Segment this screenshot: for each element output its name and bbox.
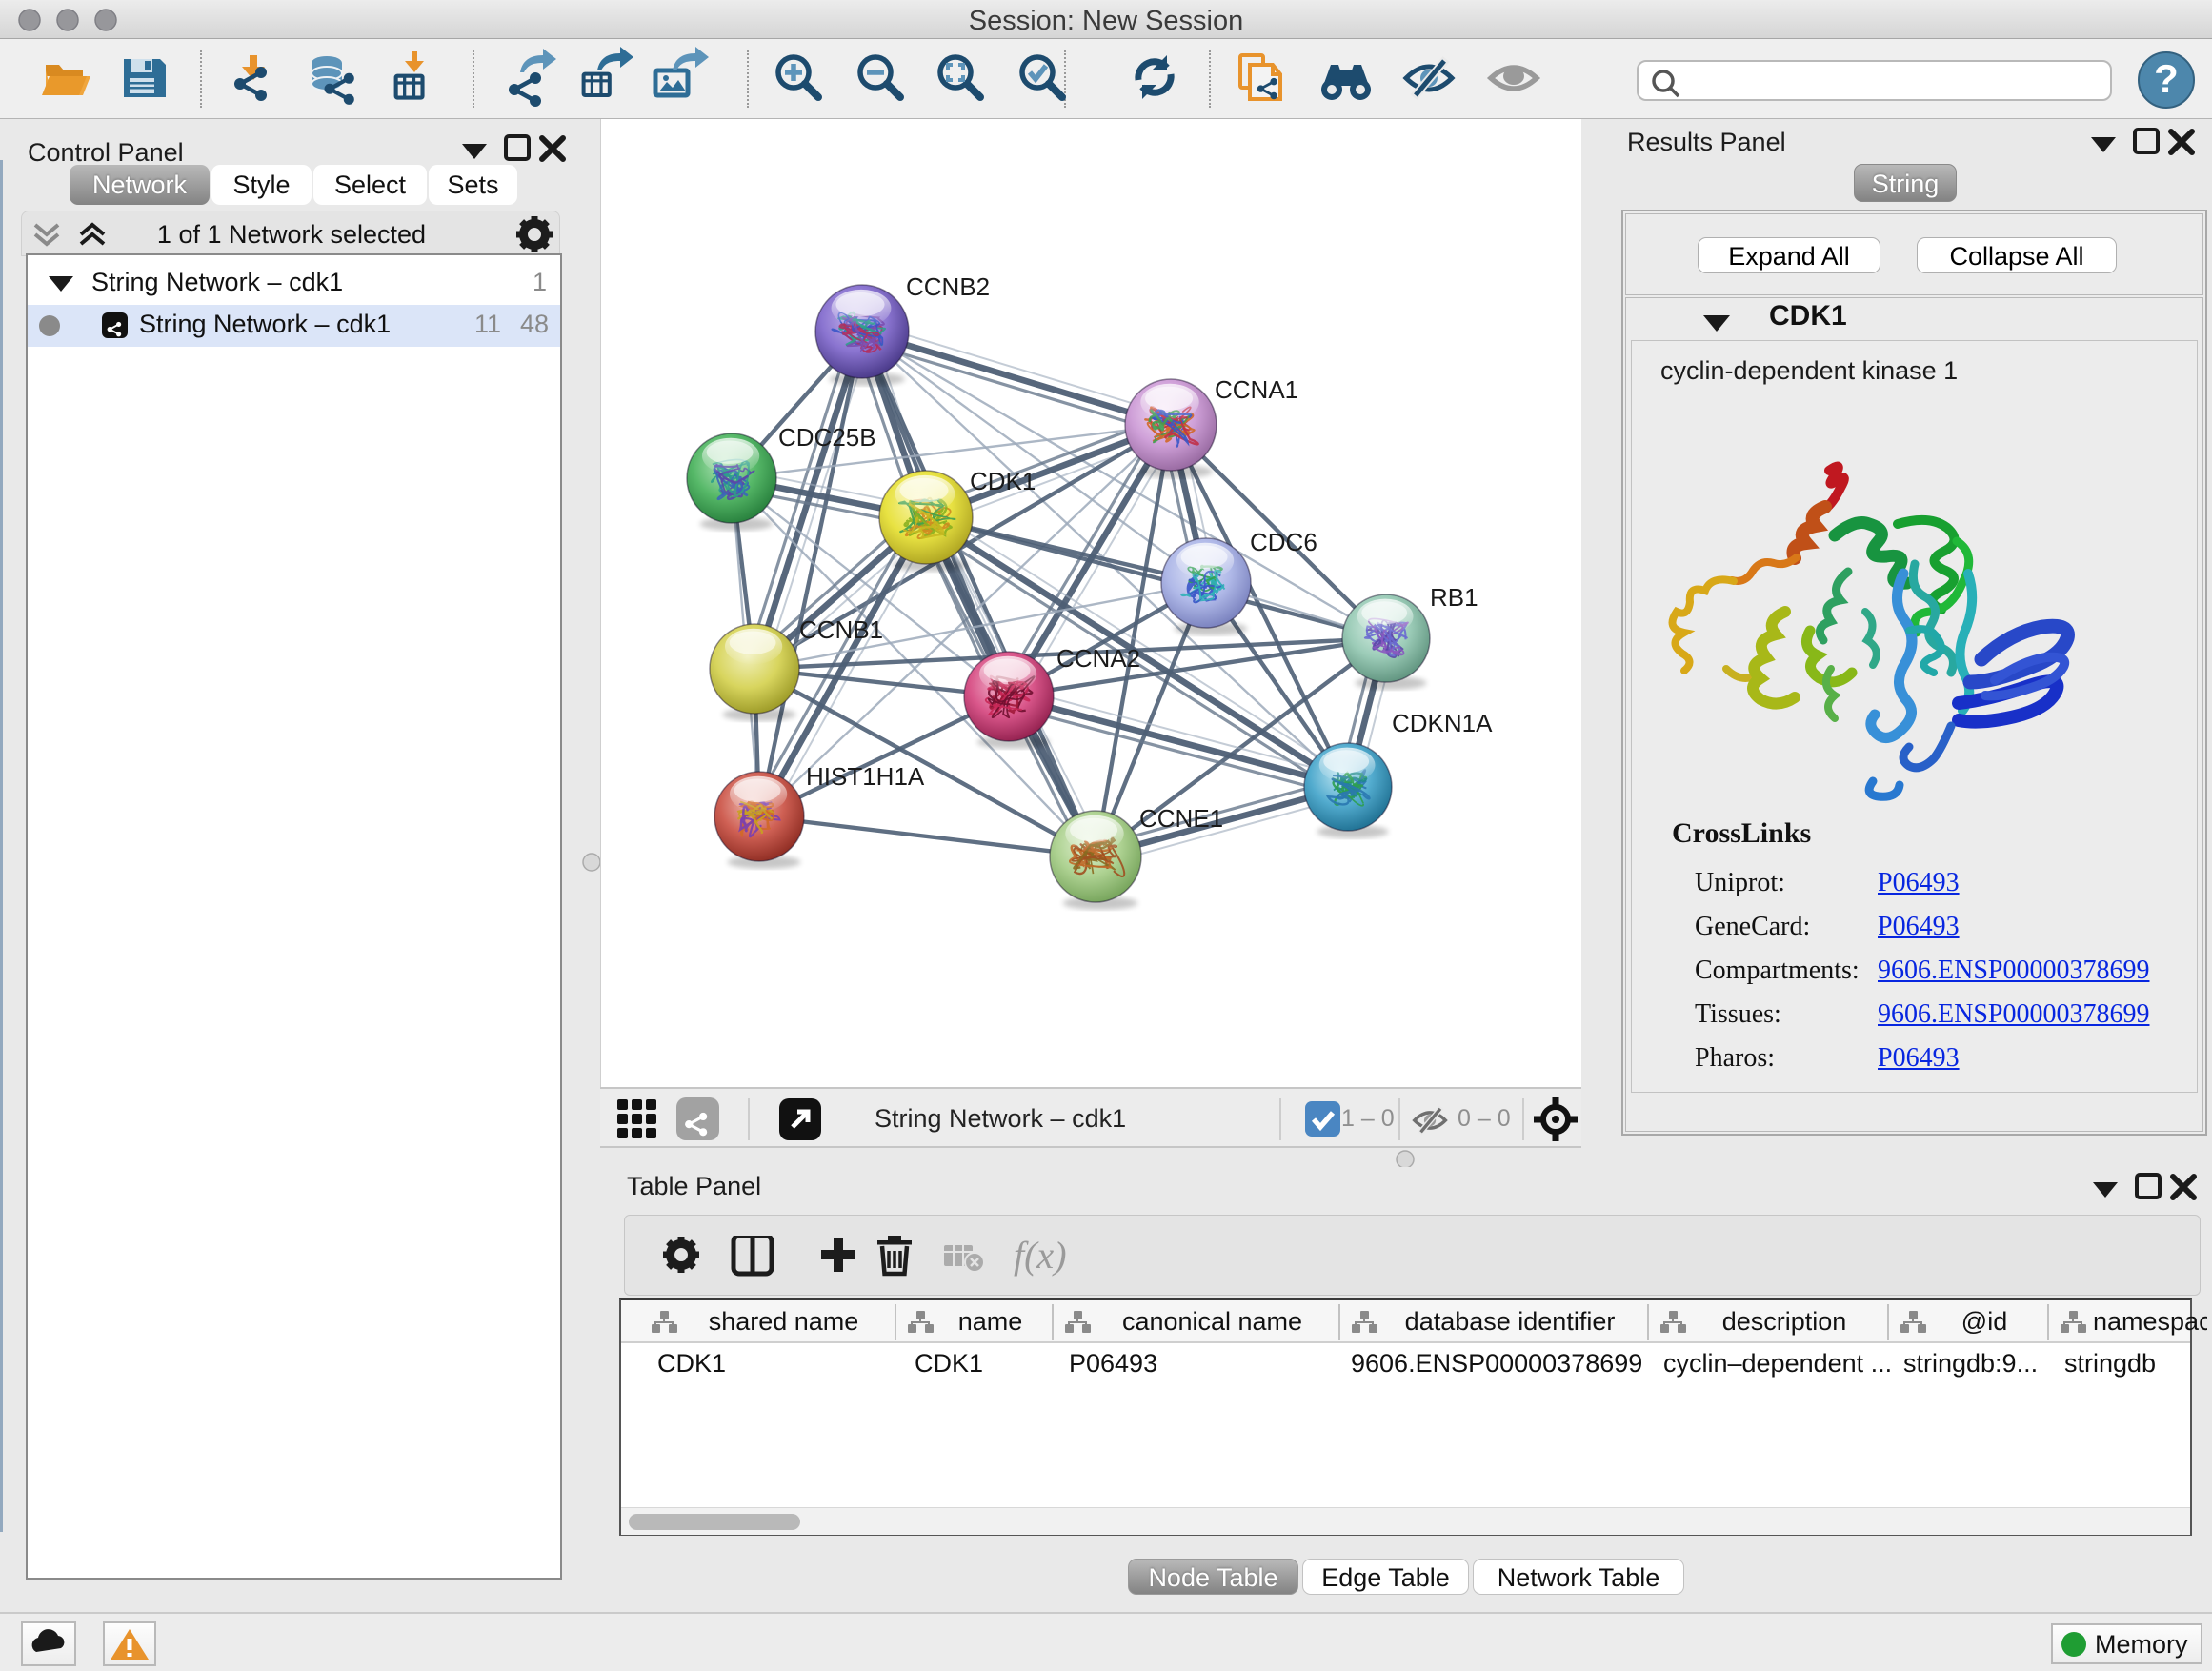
svg-text:RB1: RB1 (1430, 583, 1478, 612)
svg-text:CCNA2: CCNA2 (1056, 644, 1140, 673)
svg-text:HIST1H1A: HIST1H1A (806, 762, 925, 791)
svg-text:?: ? (2154, 56, 2179, 101)
svg-text:CCNB2: CCNB2 (906, 272, 990, 301)
svg-text:CDKN1A: CDKN1A (1392, 709, 1493, 737)
svg-text:f(x): f(x) (1014, 1236, 1067, 1277)
svg-text:CCNA1: CCNA1 (1215, 375, 1298, 404)
svg-text:CDK1: CDK1 (970, 467, 1036, 495)
svg-text:CCNE1: CCNE1 (1139, 804, 1223, 833)
svg-text:CDC6: CDC6 (1250, 528, 1317, 556)
svg-text:CDC25B: CDC25B (778, 423, 876, 452)
svg-text:CCNB1: CCNB1 (799, 615, 883, 644)
